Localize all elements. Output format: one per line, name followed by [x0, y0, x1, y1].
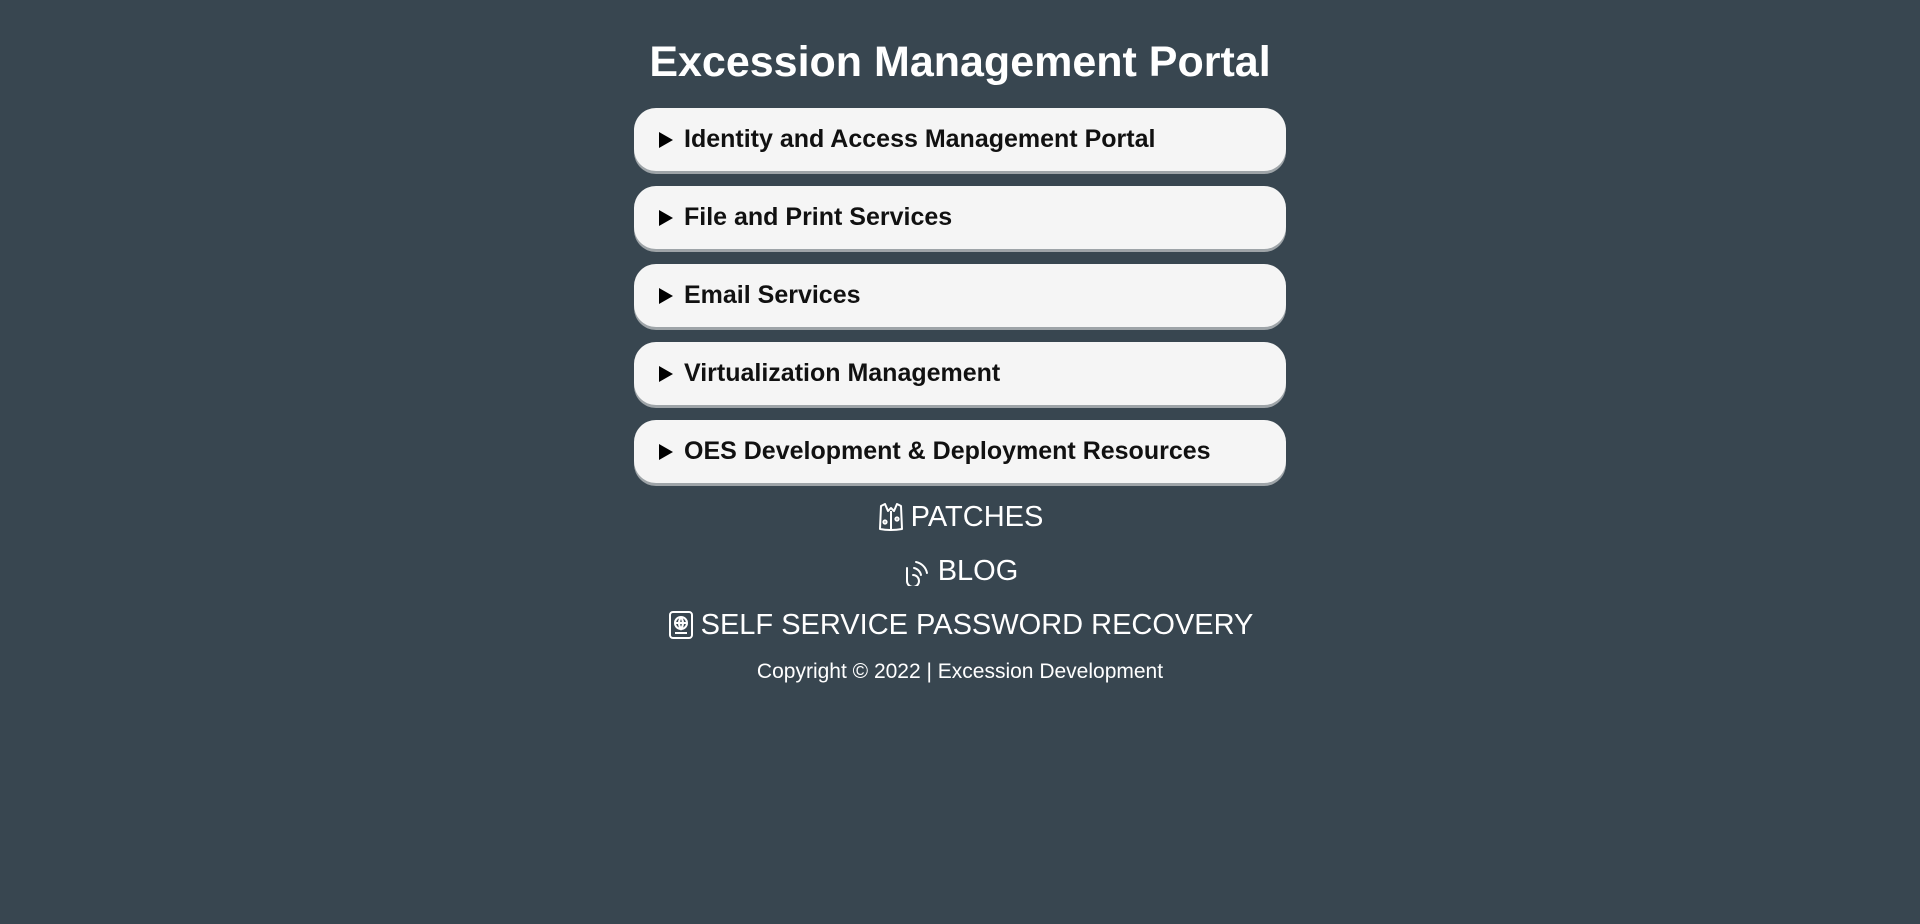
section-label: Email Services: [684, 281, 861, 309]
disclosure-triangle-icon: [659, 443, 673, 460]
section-virtualization[interactable]: Virtualization Management: [634, 342, 1286, 405]
password-recovery-label: SELF SERVICE PASSWORD RECOVERY: [700, 608, 1254, 641]
blog-label: BLOG: [937, 554, 1019, 587]
section-label: Virtualization Management: [684, 359, 1001, 387]
section-list: Identity and Access Management Portal Fi…: [634, 108, 1286, 483]
disclosure-triangle-icon: [659, 209, 673, 226]
section-label: Identity and Access Management Portal: [684, 125, 1156, 153]
section-file-print[interactable]: File and Print Services: [634, 186, 1286, 249]
passport-icon: [668, 611, 693, 639]
blog-link[interactable]: BLOG: [634, 552, 1286, 590]
section-label: File and Print Services: [684, 203, 953, 231]
copyright-text: Copyright © 2022 | Excession Development: [756, 660, 1164, 683]
rss-icon: [905, 561, 928, 586]
section-identity-access[interactable]: Identity and Access Management Portal: [634, 108, 1286, 171]
page-title: Excession Management Portal: [649, 38, 1271, 86]
portal-page: Excession Management Portal Identity and…: [634, 0, 1286, 684]
disclosure-triangle-icon: [659, 287, 673, 304]
section-oes-development[interactable]: OES Development & Deployment Resources: [634, 420, 1286, 483]
patches-link[interactable]: PATCHES: [634, 498, 1286, 536]
patches-label: PATCHES: [910, 500, 1044, 533]
disclosure-triangle-icon: [659, 131, 673, 148]
section-label: OES Development & Deployment Resources: [684, 437, 1211, 465]
disclosure-triangle-icon: [659, 365, 673, 382]
password-recovery-link[interactable]: SELF SERVICE PASSWORD RECOVERY: [634, 606, 1286, 644]
section-email[interactable]: Email Services: [634, 264, 1286, 327]
vest-icon: [878, 503, 903, 531]
link-list: PATCHES BLOG SELF SERVICE PASSWORD RECOV…: [634, 498, 1286, 644]
